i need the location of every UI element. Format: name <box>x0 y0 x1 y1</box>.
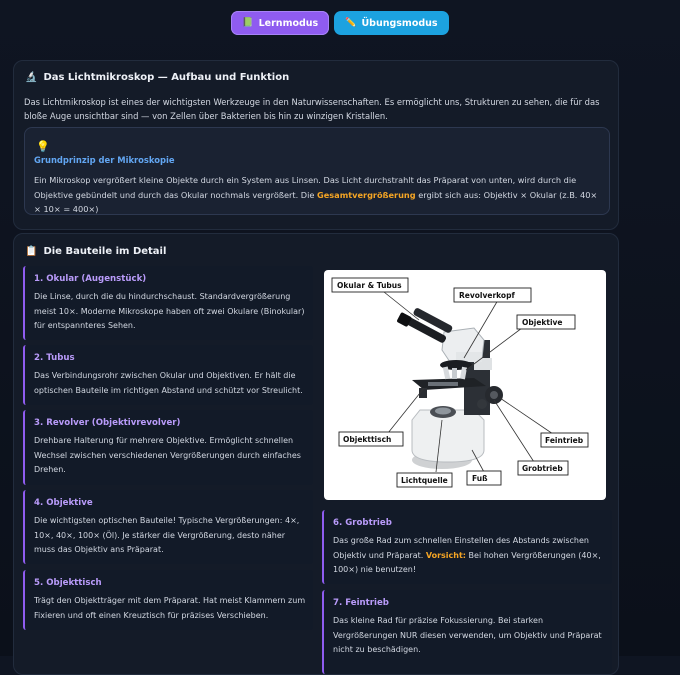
book-icon: 📗 <box>242 18 254 28</box>
fine-focus-knob <box>477 399 487 409</box>
parts-card-title: 📋 Die Bauteile im Detail <box>25 246 166 257</box>
learn-mode-label: Lernmodus <box>258 17 319 29</box>
part-card-tubus: 2. Tubus Das Verbindungsrohr zwischen Ok… <box>23 345 313 405</box>
part-card-feintrieb: 7. Feintrieb Das kleine Rad für präzise … <box>322 590 612 674</box>
pencil-icon: ✏️ <box>345 18 357 28</box>
part-title: 4. Objektive <box>34 498 93 508</box>
principle-text: Ein Mikroskop vergrößert kleine Objekte … <box>34 173 606 217</box>
warning-label: Vorsicht: <box>425 550 466 560</box>
mode-switcher: 📗 Lernmodus ✏️ Übungsmodus <box>0 11 680 35</box>
practice-mode-label: Übungsmodus <box>361 17 438 29</box>
part-text: Die wichtigsten optischen Bauteile! Typi… <box>34 516 300 554</box>
part-card-grobtrieb: 6. Grobtrieb Das große Rad zum schnellen… <box>322 510 612 584</box>
microscope-icon: 🔬 <box>25 72 38 83</box>
svg-text:Lichtquelle: Lichtquelle <box>401 476 448 485</box>
label-objektive: Objektive <box>516 314 576 330</box>
learn-mode-button[interactable]: 📗 Lernmodus <box>231 11 330 35</box>
svg-text:Objekttisch: Objekttisch <box>343 435 391 444</box>
part-title: 6. Grobtrieb <box>333 518 392 528</box>
part-title: 5. Objekttisch <box>34 578 102 588</box>
part-card-revolver: 3. Revolver (Objektivrevolver) Drehbare … <box>23 410 313 485</box>
parts-card-title-text: Die Bauteile im Detail <box>43 246 167 257</box>
svg-text:Fuß: Fuß <box>472 474 488 483</box>
part-text: Trägt den Objektträger mit dem Präparat.… <box>34 596 306 620</box>
part-text: Das Verbindungsrohr zwischen Okular und … <box>34 371 303 395</box>
part-text: Das kleine Rad für präzise Fokussierung.… <box>333 616 602 654</box>
svg-text:Okular & Tubus: Okular & Tubus <box>337 281 402 290</box>
part-text: Drehbare Halterung für mehrere Objektive… <box>34 436 301 474</box>
label-objekttisch: Objekttisch <box>338 431 404 447</box>
label-lichtquelle: Lichtquelle <box>396 472 453 488</box>
svg-text:Grobtrieb: Grobtrieb <box>522 464 563 473</box>
label-fuss: Fuß <box>466 470 502 486</box>
part-title: 1. Okular (Augenstück) <box>34 274 147 284</box>
principle-box: 💡 Grundprinzip der Mikroskopie Ein Mikro… <box>24 127 610 215</box>
intro-card-title-text: Das Lichtmikroskop — Aufbau und Funktion <box>43 72 290 83</box>
label-revolverkopf: Revolverkopf <box>453 287 532 303</box>
microscope-base <box>411 409 485 463</box>
intro-card: 🔬 Das Lichtmikroskop — Aufbau und Funkti… <box>13 60 619 230</box>
part-text: Das große Rad zum schnellen Einstellen d… <box>333 534 605 578</box>
svg-text:Revolverkopf: Revolverkopf <box>459 291 515 300</box>
microscope-illustration: Okular & Tubus Revolverkopf Objektive Ob… <box>331 277 589 488</box>
part-title: 2. Tubus <box>34 353 75 363</box>
principle-highlight: Gesamtvergrößerung <box>317 189 416 200</box>
label-grobtrieb: Grobtrieb <box>517 460 569 476</box>
intro-card-title: 🔬 Das Lichtmikroskop — Aufbau und Funkti… <box>25 72 289 83</box>
part-card-objekttisch: 5. Objekttisch Trägt den Objektträger mi… <box>23 570 313 630</box>
clipboard-icon: 📋 <box>25 246 38 257</box>
label-feintrieb: Feintrieb <box>540 432 589 448</box>
part-title: 7. Feintrieb <box>333 598 389 608</box>
svg-text:Feintrieb: Feintrieb <box>545 436 584 445</box>
svg-text:Objektive: Objektive <box>522 318 563 327</box>
part-card-okular: 1. Okular (Augenstück) Die Linse, durch … <box>23 266 313 340</box>
part-text: Die Linse, durch die du hindurchschaust.… <box>34 292 305 330</box>
principle-title: Grundprinzip der Mikroskopie <box>34 155 175 165</box>
lightbulb-icon: 💡 <box>36 140 50 153</box>
parts-card: 📋 Die Bauteile im Detail 1. Okular (Auge… <box>13 233 619 675</box>
part-title: 3. Revolver (Objektivrevolver) <box>34 418 181 428</box>
practice-mode-button[interactable]: ✏️ Übungsmodus <box>334 11 449 35</box>
intro-text: Das Lichtmikroskop ist eines der wichtig… <box>24 97 600 121</box>
microscope-diagram: Okular & Tubus Revolverkopf Objektive Ob… <box>324 270 606 500</box>
label-okular-tubus: Okular & Tubus <box>331 277 409 293</box>
part-card-objektive: 4. Objektive Die wichtigsten optischen B… <box>23 490 313 564</box>
